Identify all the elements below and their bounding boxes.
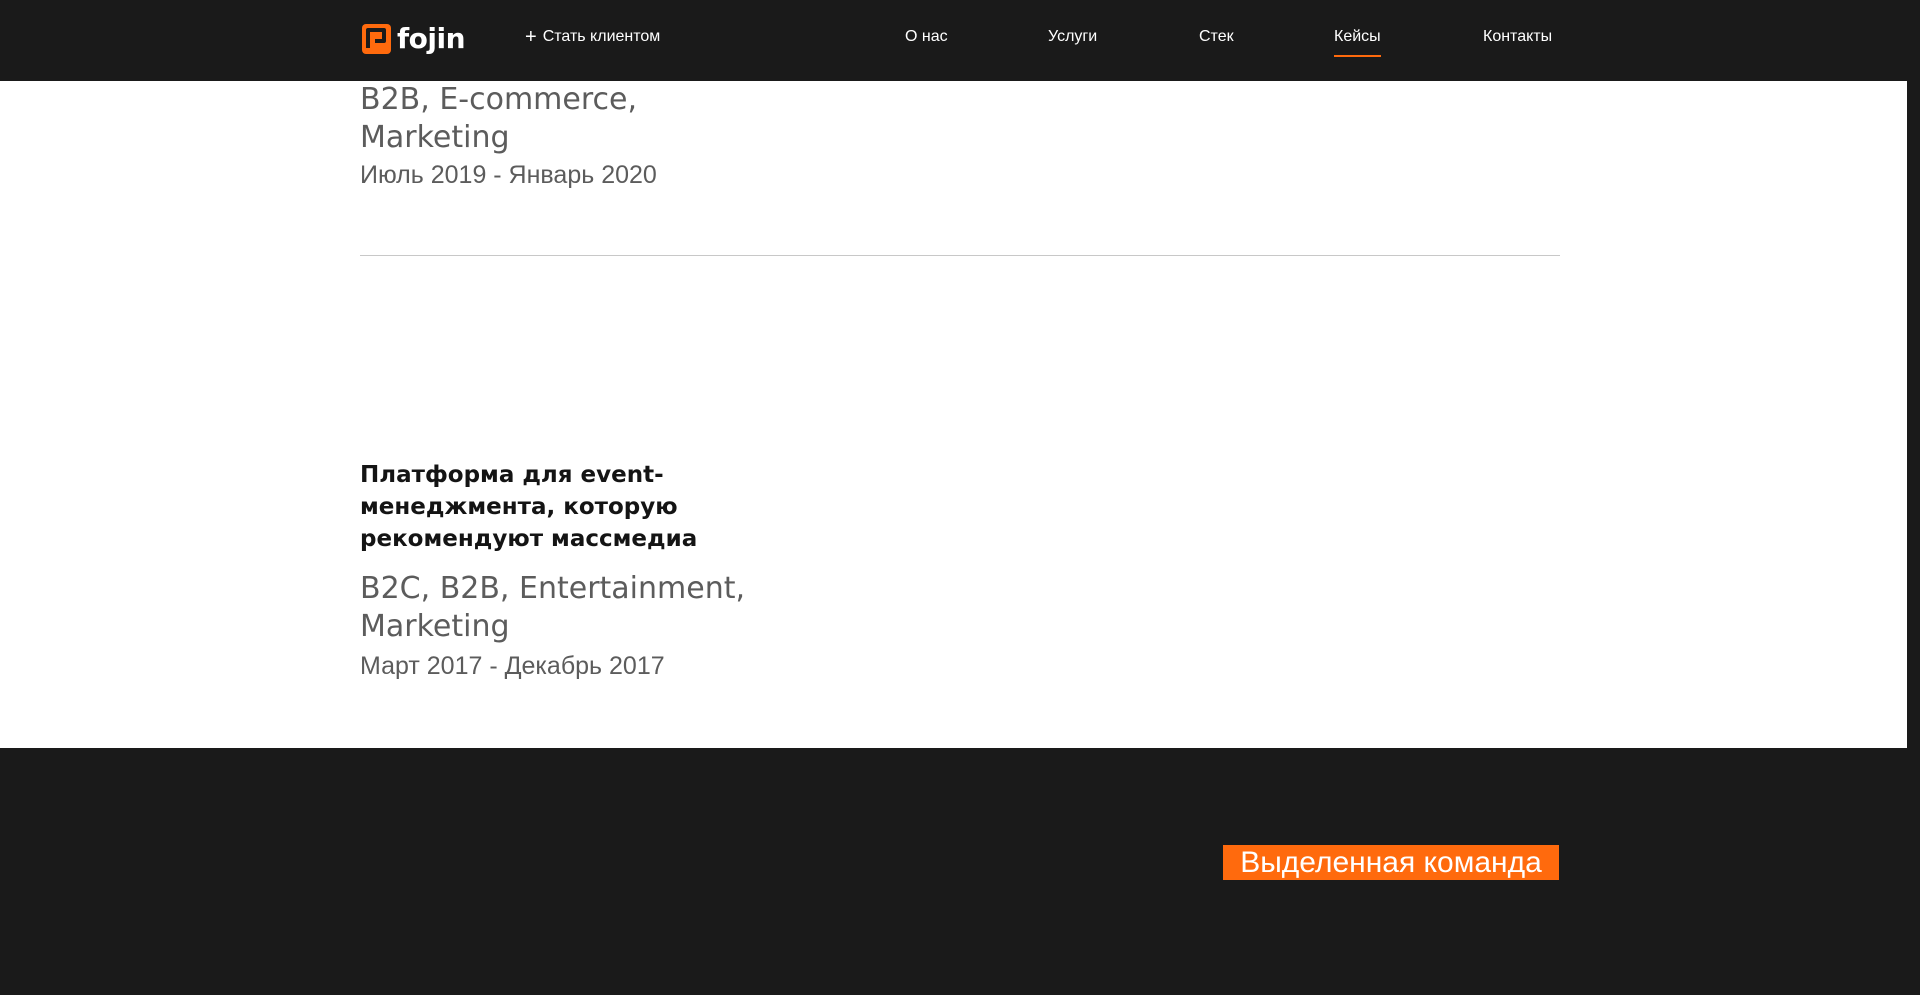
nav-item-contacts[interactable]: Контакты	[1483, 28, 1552, 46]
case-dates: Июль 2019 - Январь 2020	[360, 161, 657, 189]
nav-item-services[interactable]: Услуги	[1048, 28, 1097, 46]
site-header: fojin + Стать клиентом О нас Услуги Стек…	[0, 0, 1920, 81]
nav-item-cases[interactable]: Кейсы	[1334, 28, 1381, 57]
case-dates: Март 2017 - Декабрь 2017	[360, 652, 665, 680]
case-divider	[360, 255, 1560, 256]
main-nav: О нас Услуги Стек Кейсы Контакты	[0, 28, 1920, 58]
nav-item-about[interactable]: О нас	[905, 28, 948, 46]
cases-list: B2B, E-commerce, Marketing Июль 2019 - Я…	[0, 81, 1907, 748]
case-tags: B2C, B2B, Entertainment, Marketing	[360, 571, 746, 644]
case-tags: B2B, E-commerce, Marketing	[360, 82, 638, 155]
scrollbar[interactable]	[1907, 81, 1920, 995]
dedicated-team-badge[interactable]: Выделенная команда	[1223, 845, 1559, 880]
case-title[interactable]: Платформа для event-менеджмента, которую…	[360, 459, 780, 555]
nav-item-stack[interactable]: Стек	[1199, 28, 1234, 46]
